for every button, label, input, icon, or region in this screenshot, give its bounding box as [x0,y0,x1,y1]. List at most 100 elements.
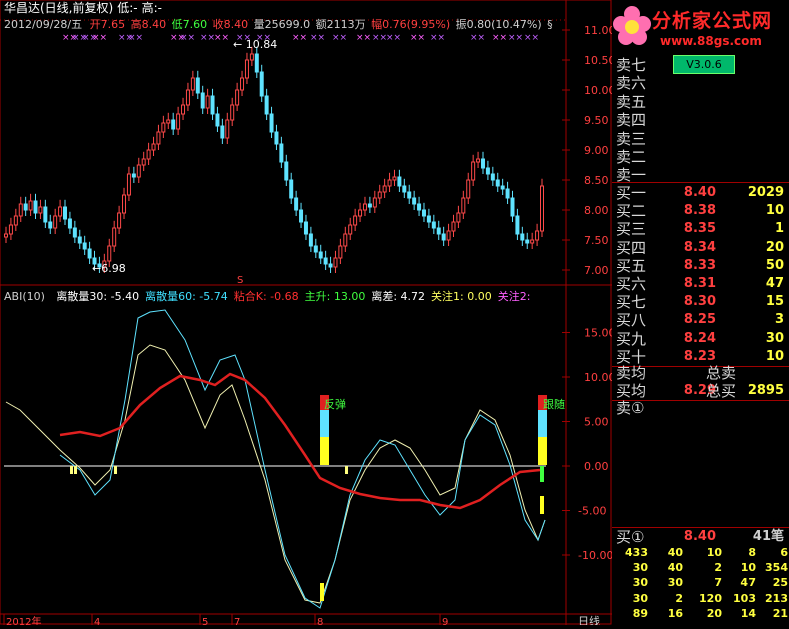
buy-level[interactable]: 买八 8.25 3 [616,311,786,329]
indicator-line [59,309,546,609]
buy-level-price: 8.33 [683,257,716,273]
s-marker: S [237,275,243,286]
candle-body [480,158,485,169]
buy-level[interactable]: 买四 8.34 20 [616,239,786,257]
quote-panel: 分析家公式网 www.88gs.com V3.0.6 卖七 卖六 卖五 卖四 卖三 卖二卖… [612,0,789,625]
price-tick: 8.00 [584,204,609,217]
sell-queue[interactable]: 卖① [616,399,786,417]
buy-level-label: 买六 [616,275,647,293]
sell-level[interactable]: 卖二 [616,148,786,166]
candle-body [471,161,476,181]
candle-body [382,185,387,193]
stock-title: 华昌达(日线,前复权) 低:- 高:- [4,0,162,15]
buy-level[interactable]: 买七 8.30 15 [616,293,786,311]
chart-area[interactable]: 华昌达(日线,前复权) 低:- 高:- 2012/09/28/五 开7.65 高8.… [0,0,616,628]
candle-body [279,143,284,163]
buy-level[interactable]: 买三 8.35 1 [616,220,786,238]
buy-summary: 买均 8.29 总买 2895 [616,382,784,400]
buy-level-volume: 20 [765,239,784,255]
candle-body [372,197,377,208]
indicator-lines: 反弹 跟随 [5,309,565,609]
price-tick: 10.50 [584,54,612,67]
candle-body [82,242,87,250]
buy-level-price: 8.25 [683,312,716,328]
candle-body [28,200,33,211]
time-tick: 9 [442,617,448,625]
indicator-tick: 0.00 [584,460,609,473]
sell-level[interactable]: 卖六 [616,74,786,92]
buy-level[interactable]: 买六 8.31 47 [616,275,786,293]
signal-x-mark: ×× [332,33,347,43]
candle-body [112,227,117,247]
candle-body [126,173,131,196]
indicator-item: 关注2: [498,289,531,303]
candle-body [348,224,353,235]
candle-body [485,167,490,175]
candle-body [249,53,254,61]
price-axis: 11.00 10.50 10.00 9.50 9.00 8.50 8.00 7.50 7.00 [562,24,616,277]
buy-level-price: 8.35 [683,221,716,237]
buy-queue-row: 433 40 10 8 6 [625,546,788,559]
candle-body [289,179,294,199]
candle-body [63,206,68,220]
sell-level[interactable]: 卖七 [616,56,786,74]
candle-body [353,215,358,226]
candle-body [87,248,92,259]
candle-body [13,215,18,226]
signal-x-mark: ×× [508,33,523,43]
signal-x-mark: ×× [128,33,143,43]
signal-x-mark: ×× [292,33,307,43]
buy-level-volume: 15 [765,294,784,310]
candle-body [67,218,72,229]
candle-body [515,215,520,235]
indicator-tick: -10.00 [578,549,612,562]
buy-level-volume: 47 [765,276,784,291]
candle-body [48,221,53,229]
buy-level[interactable]: 买一 8.40 2029 [616,184,786,202]
candle-body [4,233,8,238]
time-tick: 2012年 [6,615,41,625]
indicator-item: 主升: 13.00 [305,290,366,303]
signal-x-mark: ×× [310,33,325,43]
signal-x-mark: ×× [410,33,425,43]
signal-x-mark: ×× [92,33,107,43]
sell-level[interactable]: 卖三 [616,130,786,148]
buy-level[interactable]: 买九 8.24 30 [616,330,786,348]
sell-level-label: 卖四 [616,111,647,130]
candle-body [58,206,63,217]
indicator-item: 离差: 4.72 [371,289,425,303]
buy-level-label: 买七 [616,293,647,312]
period-label[interactable]: 日线 [578,614,600,628]
buy-level-volume: 30 [765,330,784,346]
buy-level[interactable]: 买二 8.38 10 [616,202,786,220]
candle-body [299,209,304,223]
candle-body [146,149,151,160]
buy-queue[interactable]: 买① 8.40 41笔 [616,528,786,546]
candle-body [53,215,58,229]
candle-body [225,119,230,139]
candle-body [451,221,456,232]
candle-body [490,173,495,181]
sell-level[interactable]: 卖五 [616,93,786,111]
candle-body [441,233,446,241]
indicator-line [59,372,541,510]
buy-queue-row: 30 30 7 7 4 25 [632,576,788,590]
kline-chart[interactable]: 华昌达(日线,前复权) 低:- 高:- 2012/09/28/五 开7.65 高8.… [0,0,616,628]
signal-x-mark: ×× [356,33,371,43]
candle-body [313,245,318,253]
candle-body [244,59,249,79]
candle-body [122,194,127,214]
buy-level-price: 8.24 [683,330,716,346]
candle-body [215,113,220,127]
candle-body [500,185,505,190]
buy-level[interactable]: 买五 8.33 50 [616,257,786,275]
candle-body [23,203,28,211]
indicator-tick: -5.00 [578,505,606,518]
indicator-line [5,344,546,604]
buy-level-volume: 3 [774,312,784,328]
signal-bar [70,466,73,474]
candle-body [264,95,269,115]
candle-body [131,173,136,178]
candle-body [181,104,186,115]
sell-level[interactable]: 卖四 [616,111,786,129]
